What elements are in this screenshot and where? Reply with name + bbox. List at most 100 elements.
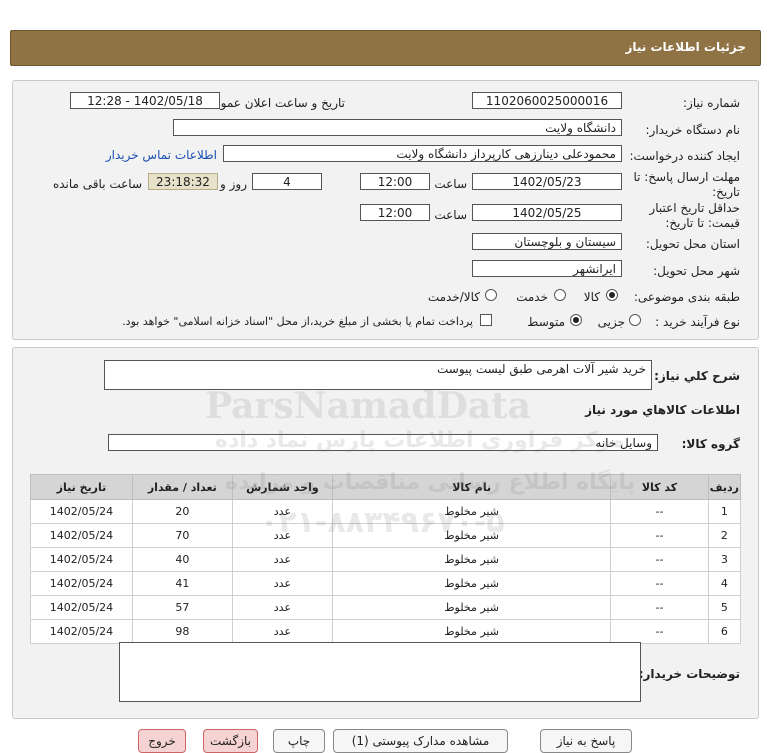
process-label: نوع فرآیند خرید : — [655, 315, 740, 329]
process-radio-minor[interactable] — [629, 314, 641, 326]
cell-code: -- — [610, 571, 709, 596]
cell-date: 1402/05/24 — [30, 547, 133, 572]
remaining-label: ساعت باقی مانده — [52, 177, 142, 191]
announce-label: تاریخ و ساعت اعلان عمومی: — [200, 96, 345, 110]
cell-quantity: 20 — [131, 499, 233, 524]
need-summary-field: خرید شیر آلات اهرمی طبق لیست پیوست — [104, 360, 652, 390]
cell-name: شیر مخلوط — [332, 523, 612, 548]
category-radio-goods-service[interactable] — [485, 289, 497, 301]
table-row: 1 -- شیر مخلوط عدد 20 1402/05/24 — [30, 499, 742, 524]
col-name: نام کالا — [332, 474, 612, 500]
deadline-label: مهلت ارسال پاسخ: تا — [633, 170, 740, 184]
treasury-payment-note: پرداخت تمام یا بخشی از مبلغ خرید،از محل … — [122, 315, 473, 328]
need-number-field: 1102060025000016 — [472, 92, 622, 109]
cell-unit: عدد — [231, 571, 334, 596]
treasury-payment-checkbox[interactable] — [480, 314, 492, 326]
cell-code: -- — [610, 499, 709, 524]
goods-group-field: وسایل خانه — [108, 434, 658, 451]
cell-row: 1 — [707, 499, 742, 524]
category-option-goods-service: کالا/خدمت — [427, 290, 480, 304]
buyer-contact-link[interactable]: اطلاعات تماس خریدار — [106, 148, 217, 162]
page-title: جزئیات اطلاعات نیاز — [625, 40, 746, 54]
process-radio-medium[interactable] — [570, 314, 582, 326]
cell-unit: عدد — [231, 547, 334, 572]
process-option-minor: جزیی — [597, 315, 625, 329]
validity-label: حداقل تاریخ اعتبار — [649, 201, 740, 215]
cell-quantity: 40 — [131, 547, 233, 572]
cell-date: 1402/05/24 — [30, 499, 133, 524]
print-button[interactable]: چاپ — [273, 729, 325, 753]
col-row: ردیف — [707, 474, 742, 500]
cell-name: شیر مخلوط — [332, 571, 612, 596]
page-header: جزئیات اطلاعات نیاز — [10, 30, 761, 66]
need-number-label: شماره نیاز: — [683, 96, 740, 110]
days-field: 4 — [252, 173, 322, 190]
back-button[interactable]: بازگشت — [203, 729, 258, 753]
cell-code: -- — [610, 595, 709, 620]
cell-date: 1402/05/24 — [30, 523, 133, 548]
table-row: 6 -- شیر مخلوط عدد 98 1402/05/24 — [30, 619, 742, 644]
exit-button[interactable]: خروج — [138, 729, 186, 753]
items-heading: اطلاعات کالاهاي مورد نياز — [585, 403, 740, 417]
category-radio-goods[interactable] — [606, 289, 618, 301]
deadline-date-field: 1402/05/23 — [472, 173, 622, 190]
items-table: ردیف کد کالا نام کالا واحد شمارش تعداد /… — [30, 474, 742, 644]
category-option-service: خدمت — [516, 290, 548, 304]
province-label: استان محل تحویل: — [645, 237, 740, 251]
table-row: 3 -- شیر مخلوط عدد 40 1402/05/24 — [30, 547, 742, 572]
category-option-goods: کالا — [583, 290, 600, 304]
category-radio-service[interactable] — [554, 289, 566, 301]
cell-code: -- — [610, 523, 709, 548]
validity-time-field: 12:00 — [360, 204, 430, 221]
buyer-notes-field — [119, 642, 641, 702]
cell-name: شیر مخلوط — [332, 499, 612, 524]
cell-name: شیر مخلوط — [332, 595, 612, 620]
province-field: سیستان و بلوچستان — [472, 233, 622, 250]
items-table-header: ردیف کد کالا نام کالا واحد شمارش تعداد /… — [30, 474, 742, 500]
table-row: 5 -- شیر مخلوط عدد 57 1402/05/24 — [30, 595, 742, 620]
cell-unit: عدد — [231, 523, 334, 548]
deadline-time-field: 12:00 — [360, 173, 430, 190]
cell-row: 4 — [707, 571, 742, 596]
cell-name: شیر مخلوط — [332, 619, 612, 644]
cell-unit: عدد — [231, 619, 334, 644]
col-date: تاریخ نیاز — [30, 474, 133, 500]
requester-field: محمودعلی دینارزهی کارپرداز دانشگاه ولایت — [223, 145, 622, 162]
cell-unit: عدد — [231, 499, 334, 524]
col-unit: واحد شمارش — [231, 474, 334, 500]
need-summary-label: شرح کلي نياز: — [654, 369, 740, 383]
announce-field: 1402/05/18 - 12:28 — [70, 92, 220, 109]
reply-button[interactable]: پاسخ به نیاز — [540, 729, 632, 753]
cell-unit: عدد — [231, 595, 334, 620]
cell-code: -- — [610, 547, 709, 572]
col-code: کد کالا — [610, 474, 709, 500]
cell-date: 1402/05/24 — [30, 595, 133, 620]
deadline-label-date: تاریخ: — [712, 185, 740, 199]
cell-quantity: 41 — [131, 571, 233, 596]
cell-quantity: 70 — [131, 523, 233, 548]
cell-row: 6 — [707, 619, 742, 644]
buyer-org-label: نام دستگاه خریدار: — [645, 123, 741, 137]
process-option-medium: متوسط — [527, 315, 565, 329]
days-label: روز و — [220, 177, 247, 191]
city-field: ایرانشهر — [472, 260, 622, 277]
col-quantity: تعداد / مقدار — [131, 474, 233, 500]
cell-quantity: 57 — [131, 595, 233, 620]
remaining-time-badge: 23:18:32 — [148, 173, 218, 190]
validity-time-label: ساعت — [434, 208, 467, 222]
cell-row: 3 — [707, 547, 742, 572]
requester-label: ایجاد کننده درخواست: — [629, 149, 740, 163]
city-label: شهر محل تحویل: — [653, 264, 740, 278]
attachments-button[interactable]: مشاهده مدارک پیوستی (1) — [333, 729, 508, 753]
table-row: 2 -- شیر مخلوط عدد 70 1402/05/24 — [30, 523, 742, 548]
buyer-org-field: دانشگاه ولایت — [173, 119, 622, 136]
cell-row: 2 — [707, 523, 742, 548]
cell-date: 1402/05/24 — [30, 571, 133, 596]
validity-label-date: قیمت: تا تاریخ: — [665, 216, 740, 230]
cell-code: -- — [610, 619, 709, 644]
cell-row: 5 — [707, 595, 742, 620]
deadline-time-label: ساعت — [434, 177, 467, 191]
cell-date: 1402/05/24 — [30, 619, 133, 644]
goods-group-label: گروه کالا: — [681, 437, 740, 451]
validity-date-field: 1402/05/25 — [472, 204, 622, 221]
